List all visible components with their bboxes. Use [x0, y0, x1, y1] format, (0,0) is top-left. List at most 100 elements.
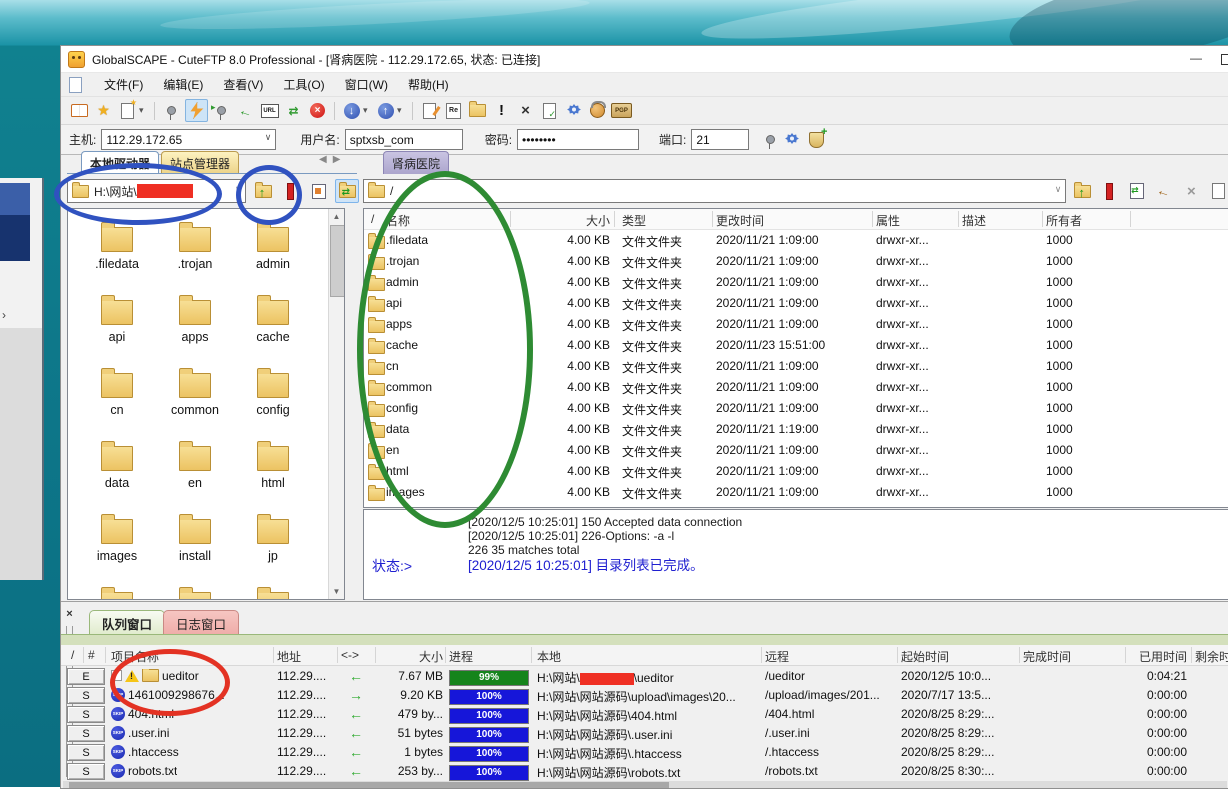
minimize-button[interactable] — [1179, 46, 1213, 72]
stop-button[interactable] — [307, 100, 328, 121]
verify-button[interactable] — [539, 100, 560, 121]
local-folder-item[interactable]: .trojan — [156, 217, 234, 290]
new-site-dropdown[interactable] — [139, 105, 148, 116]
qcolumn-finish[interactable]: 完成时间 — [1023, 648, 1071, 665]
remote-list-header[interactable]: / 名称 大小 类型 更改时间 属性 描述 所有者 — [364, 209, 1228, 230]
column-modified[interactable]: 更改时间 — [716, 212, 764, 229]
local-view-button[interactable] — [308, 180, 330, 202]
local-folder-item[interactable]: jp — [234, 509, 312, 582]
host-combo[interactable] — [101, 129, 276, 150]
execute-button[interactable] — [491, 100, 512, 121]
column-attrs[interactable]: 属性 — [876, 212, 900, 229]
scroll-thumb[interactable] — [69, 782, 669, 788]
connection-settings-gear-icon[interactable] — [784, 132, 800, 148]
remote-file-row[interactable]: .filedata4.00 KB文件文件夹2020/11/21 1:09:00d… — [364, 230, 1228, 251]
scroll-up-icon[interactable] — [329, 209, 344, 224]
password-input[interactable] — [517, 129, 639, 150]
host-input[interactable] — [101, 129, 276, 150]
upload-dropdown[interactable] — [397, 105, 406, 116]
upload-button[interactable] — [375, 100, 396, 121]
tab-log-window[interactable]: 日志窗口 — [163, 610, 239, 635]
connection-wizard-button[interactable] — [69, 100, 90, 121]
local-folder-item[interactable]: config — [234, 363, 312, 436]
column-name[interactable]: 名称 — [386, 212, 410, 229]
qcolumn-start[interactable]: 起始时间 — [901, 648, 949, 665]
menu-item[interactable]: 窗口(W) — [335, 78, 398, 92]
menu-item[interactable]: 工具(O) — [273, 78, 334, 92]
remote-file-row[interactable]: apps4.00 KB文件文件夹2020/11/21 1:09:00drwxr-… — [364, 314, 1228, 335]
qcolumn-direction[interactable]: <-> — [341, 648, 359, 662]
connect-url-button[interactable]: URL — [259, 100, 280, 121]
remote-filter-button[interactable] — [1208, 180, 1228, 202]
settings-button[interactable] — [563, 100, 584, 121]
queue-status-button[interactable]: S — [67, 706, 105, 723]
tab-scroll-arrows[interactable] — [319, 154, 346, 165]
queue-close-icon[interactable] — [63, 607, 76, 620]
tab-local-drives[interactable]: 本地驱动器 — [81, 151, 159, 174]
expand-icon[interactable] — [111, 670, 122, 681]
local-folder-item[interactable]: html — [234, 436, 312, 509]
queue-row[interactable]: Eueditor112.29....←7.67 MB99%H:\网站\\uedi… — [61, 667, 1228, 686]
site-wizard-button[interactable] — [93, 100, 114, 121]
disconnect-button[interactable] — [161, 100, 182, 121]
queue-row[interactable]: SSKIP404.html112.29....←479 by...100%H:\… — [61, 705, 1228, 724]
maximize-button[interactable] — [1221, 54, 1228, 65]
column-owner[interactable]: 所有者 — [1046, 212, 1082, 229]
qcolumn-size[interactable]: 大小 — [379, 648, 443, 665]
delete-button[interactable] — [515, 100, 536, 121]
goto-folder-button[interactable] — [235, 100, 256, 121]
remote-file-row[interactable]: cn4.00 KB文件文件夹2020/11/21 1:09:00drwxr-xr… — [364, 356, 1228, 377]
port-input[interactable] — [691, 129, 749, 150]
new-folder-button[interactable] — [467, 100, 488, 121]
queue-row[interactable]: SSKIP.user.ini112.29....←51 bytes100%H:\… — [61, 724, 1228, 743]
qcolumn-elapsed[interactable]: 已用时间 — [1129, 648, 1187, 665]
remote-file-row[interactable]: images4.00 KB文件文件夹2020/11/21 1:09:00drwx… — [364, 482, 1228, 503]
menu-item[interactable]: 帮助(H) — [398, 78, 459, 92]
tab-queue-window[interactable]: 队列窗口 — [89, 610, 165, 635]
local-folder-item[interactable]: images — [78, 509, 156, 582]
refresh-button[interactable] — [283, 100, 304, 121]
local-folder-item[interactable]: admin — [234, 217, 312, 290]
local-sync-button[interactable] — [335, 179, 359, 203]
queue-status-button[interactable]: S — [67, 763, 105, 780]
tab-site-manager[interactable]: 站点管理器 — [161, 151, 239, 174]
quick-connect-pin-icon[interactable] — [766, 135, 775, 144]
tab-remote-site[interactable]: 肾病医院 — [383, 151, 449, 174]
download-dropdown[interactable] — [363, 105, 372, 116]
local-scrollbar[interactable] — [328, 209, 344, 599]
remote-file-row[interactable]: api4.00 KB文件文件夹2020/11/21 1:09:00drwxr-x… — [364, 293, 1228, 314]
local-path-combo[interactable]: H:\网站\ — [67, 179, 246, 203]
column-size[interactable]: 大小 — [514, 212, 610, 229]
qcolumn-remote[interactable]: 远程 — [765, 648, 789, 665]
reconnect-button[interactable] — [211, 100, 232, 121]
local-folder-item[interactable]: en — [156, 436, 234, 509]
remote-cancel-button[interactable] — [1181, 180, 1202, 202]
local-folder-item[interactable]: .filedata — [78, 217, 156, 290]
column-type[interactable]: 类型 — [622, 212, 646, 229]
local-folder-item[interactable]: cn — [78, 363, 156, 436]
menu-item[interactable]: 查看(V) — [213, 78, 273, 92]
pgp-button[interactable]: PGP — [611, 100, 632, 121]
queue-row[interactable]: SSKIP1461009298676...112.29....→9.20 KB1… — [61, 686, 1228, 705]
remote-up-folder-button[interactable] — [1072, 180, 1093, 202]
remote-file-row[interactable]: cache4.00 KB文件文件夹2020/11/23 15:51:00drwx… — [364, 335, 1228, 356]
qcolumn-item[interactable]: 项目名称 — [111, 648, 159, 665]
menu-item[interactable]: 编辑(E) — [153, 78, 213, 92]
menu-item[interactable]: 文件(F) — [94, 78, 153, 92]
remote-goto-button[interactable] — [1154, 180, 1175, 202]
remote-file-row[interactable]: html4.00 KB文件文件夹2020/11/21 1:09:00drwxr-… — [364, 461, 1228, 482]
local-folder-item[interactable]: common — [156, 363, 234, 436]
local-bookmark-button[interactable] — [280, 180, 302, 202]
qcolumn-num[interactable]: # — [88, 648, 95, 662]
new-site-button[interactable] — [117, 100, 138, 121]
remote-refresh-button[interactable] — [1127, 180, 1148, 202]
remote-file-row[interactable]: common4.00 KB文件文件夹2020/11/21 1:09:00drwx… — [364, 377, 1228, 398]
remote-file-row[interactable]: .trojan4.00 KB文件文件夹2020/11/21 1:09:00drw… — [364, 251, 1228, 272]
local-up-folder-button[interactable] — [252, 180, 274, 202]
download-button[interactable] — [341, 100, 362, 121]
queue-header[interactable]: / # 项目名称 地址 <-> 大小 进程 本地 远程 起始时间 完成时间 已用… — [61, 645, 1228, 666]
queue-horizontal-scrollbar[interactable] — [63, 781, 1227, 789]
remote-file-row[interactable]: data4.00 KB文件文件夹2020/11/21 1:19:00drwxr-… — [364, 419, 1228, 440]
edit-file-button[interactable] — [419, 100, 440, 121]
remote-file-row[interactable]: config4.00 KB文件文件夹2020/11/21 1:09:00drwx… — [364, 398, 1228, 419]
